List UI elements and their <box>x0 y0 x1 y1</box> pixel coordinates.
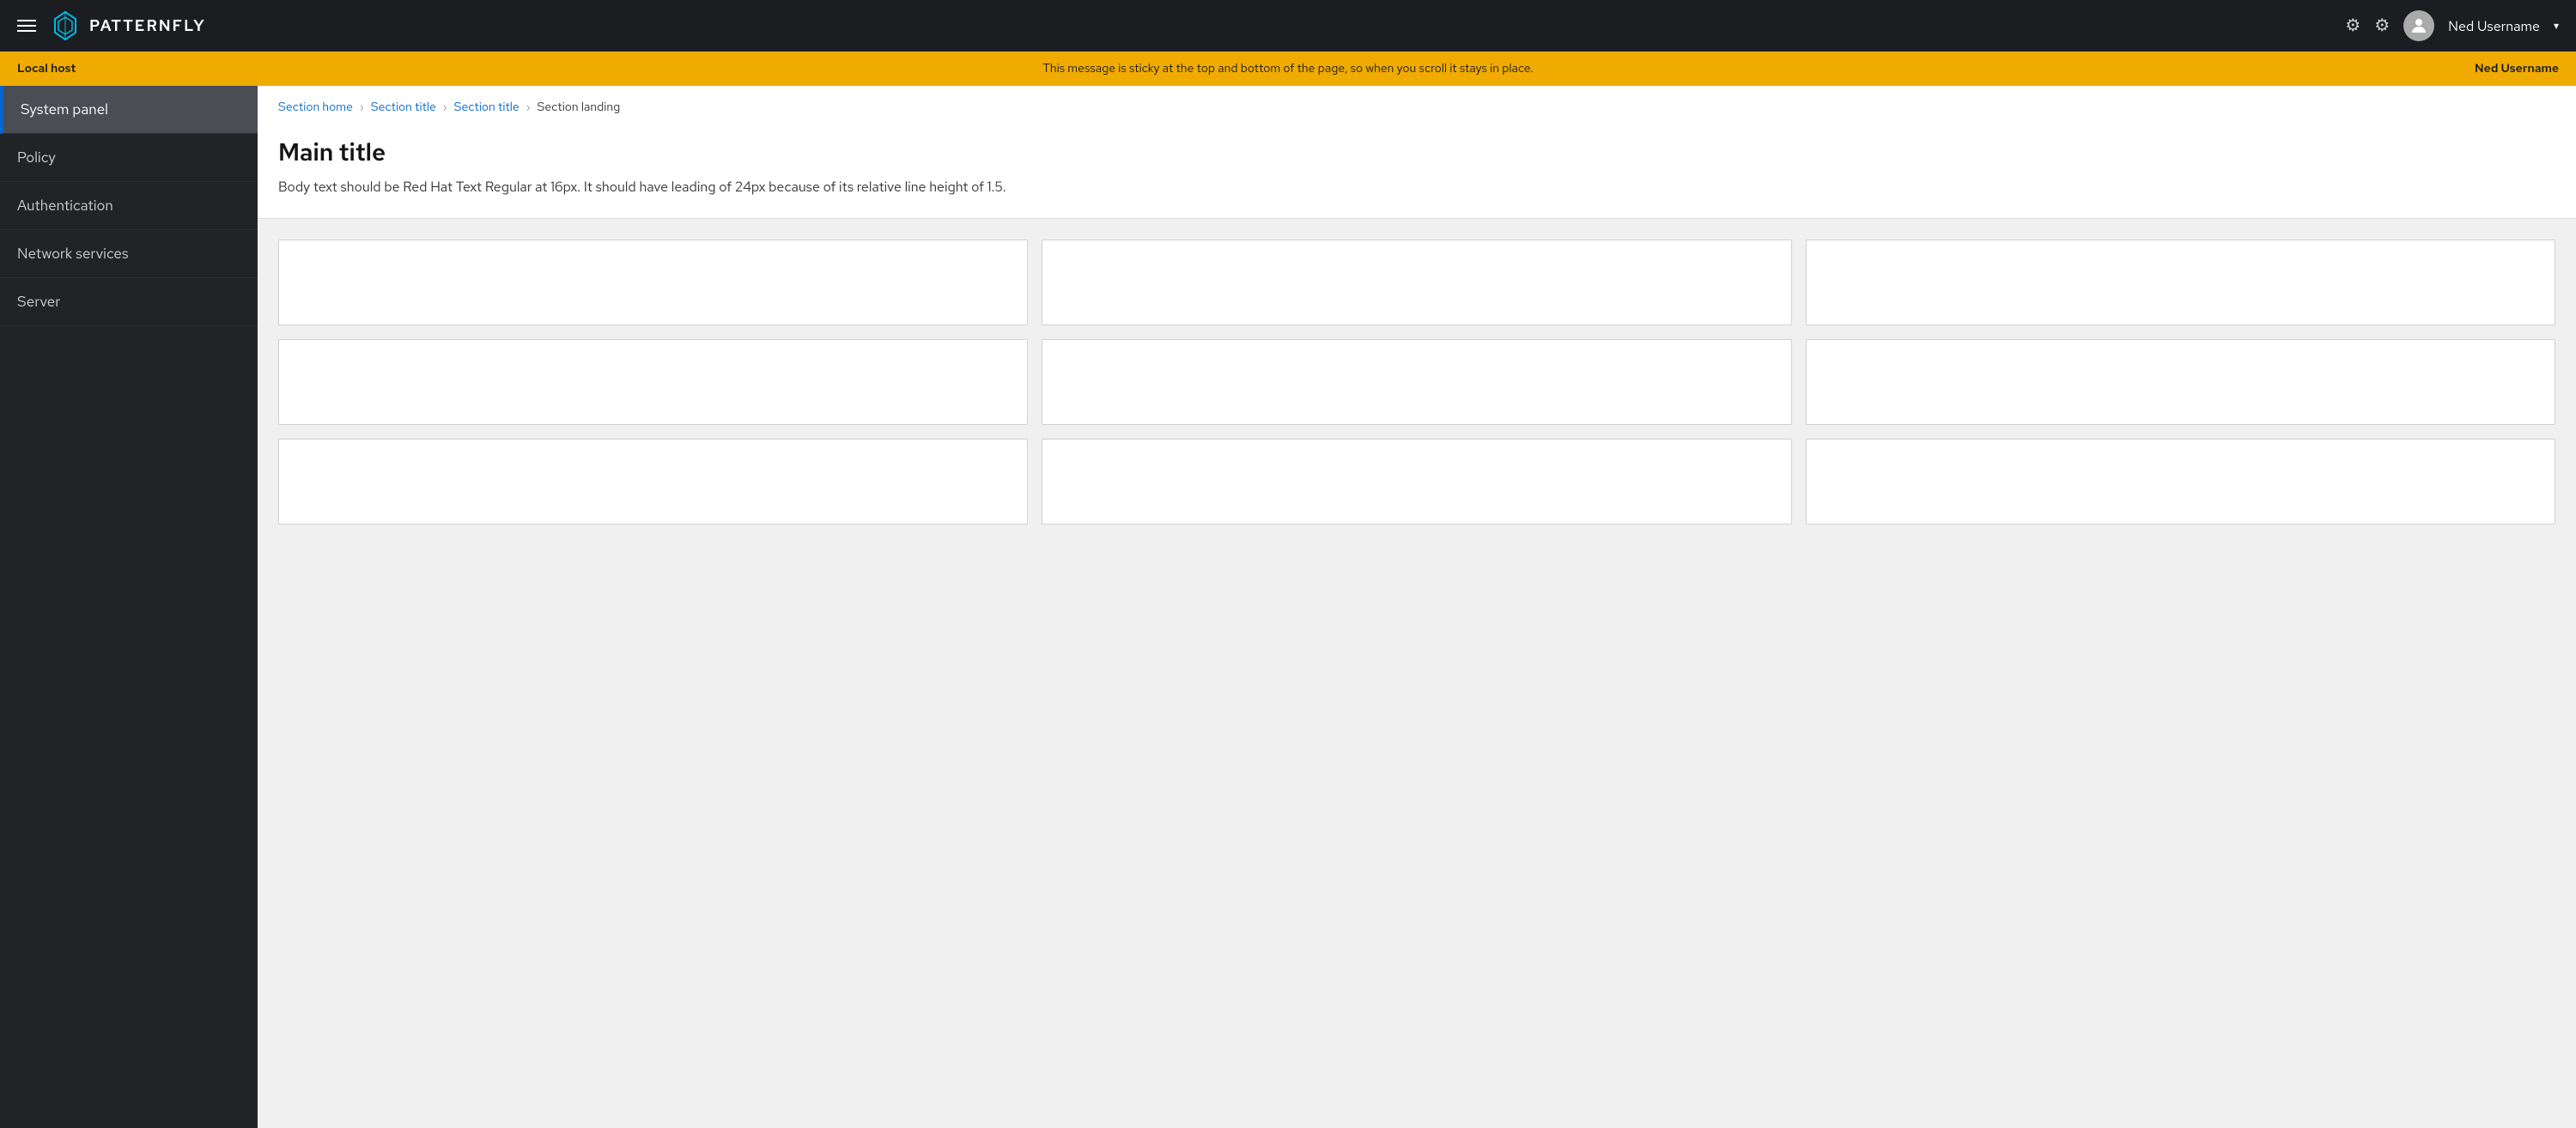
sidebar-item-server[interactable]: Server <box>0 278 258 326</box>
breadcrumb-section-title-1[interactable]: Section title <box>371 100 436 115</box>
card-8[interactable] <box>1042 439 1791 525</box>
page-header: Main title Body text should be Red Hat T… <box>258 122 2576 219</box>
banner-left-text: Local host <box>17 61 155 76</box>
banner-right-text: Ned Username <box>2421 61 2559 76</box>
card-6[interactable] <box>1806 339 2555 425</box>
page-body-text: Body text should be Red Hat Text Regular… <box>278 177 2555 197</box>
card-5[interactable] <box>1042 339 1791 425</box>
brand-logo[interactable]: PATTERNFLY <box>50 10 206 41</box>
breadcrumb-sep-1: › <box>360 100 364 114</box>
sidebar-item-authentication[interactable]: Authentication <box>0 182 258 230</box>
avatar[interactable] <box>2403 10 2434 41</box>
sidebar: System panel Policy Authentication Netwo… <box>0 86 258 1128</box>
breadcrumb-section-home[interactable]: Section home <box>278 100 353 115</box>
page-title: Main title <box>278 136 2555 168</box>
card-9[interactable] <box>1806 439 2555 525</box>
brand-name: PATTERNFLY <box>89 16 206 36</box>
sidebar-item-label: Server <box>17 293 60 312</box>
breadcrumb: Section home › Section title › Section t… <box>258 86 2576 122</box>
breadcrumb-current: Section landing <box>537 100 620 115</box>
sidebar-item-policy[interactable]: Policy <box>0 134 258 182</box>
username-label[interactable]: Ned Username <box>2448 17 2540 35</box>
user-dropdown-chevron[interactable]: ▾ <box>2554 19 2559 33</box>
nav-right-section: ⚙ ⚙ Ned Username ▾ <box>2345 10 2559 41</box>
card-2[interactable] <box>1042 240 1791 325</box>
card-3[interactable] <box>1806 240 2555 325</box>
breadcrumb-sep-2: › <box>443 100 447 114</box>
sidebar-item-label: Policy <box>17 149 56 167</box>
card-7[interactable] <box>278 439 1028 525</box>
sidebar-item-label: Authentication <box>17 197 113 215</box>
sidebar-item-label: System panel <box>21 100 108 119</box>
sidebar-item-network-services[interactable]: Network services <box>0 230 258 278</box>
cards-grid <box>258 219 2576 545</box>
breadcrumb-sep-3: › <box>526 100 531 114</box>
sticky-banner: Local host This message is sticky at the… <box>0 52 2576 86</box>
sidebar-item-system-panel[interactable]: System panel <box>0 86 258 134</box>
main-content: Section home › Section title › Section t… <box>258 86 2576 1128</box>
patternfly-logo-icon <box>50 10 81 41</box>
user-avatar-icon <box>2409 15 2429 36</box>
breadcrumb-section-title-2[interactable]: Section title <box>454 100 519 115</box>
card-4[interactable] <box>278 339 1028 425</box>
banner-center-text: This message is sticky at the top and bo… <box>155 61 2421 76</box>
sidebar-item-label: Network services <box>17 245 129 264</box>
settings-icon[interactable]: ⚙ <box>2345 15 2360 37</box>
hamburger-button[interactable] <box>17 20 36 32</box>
card-1[interactable] <box>278 240 1028 325</box>
help-icon[interactable]: ⚙ <box>2374 15 2390 37</box>
top-navigation: PATTERNFLY ⚙ ⚙ Ned Username ▾ <box>0 0 2576 52</box>
